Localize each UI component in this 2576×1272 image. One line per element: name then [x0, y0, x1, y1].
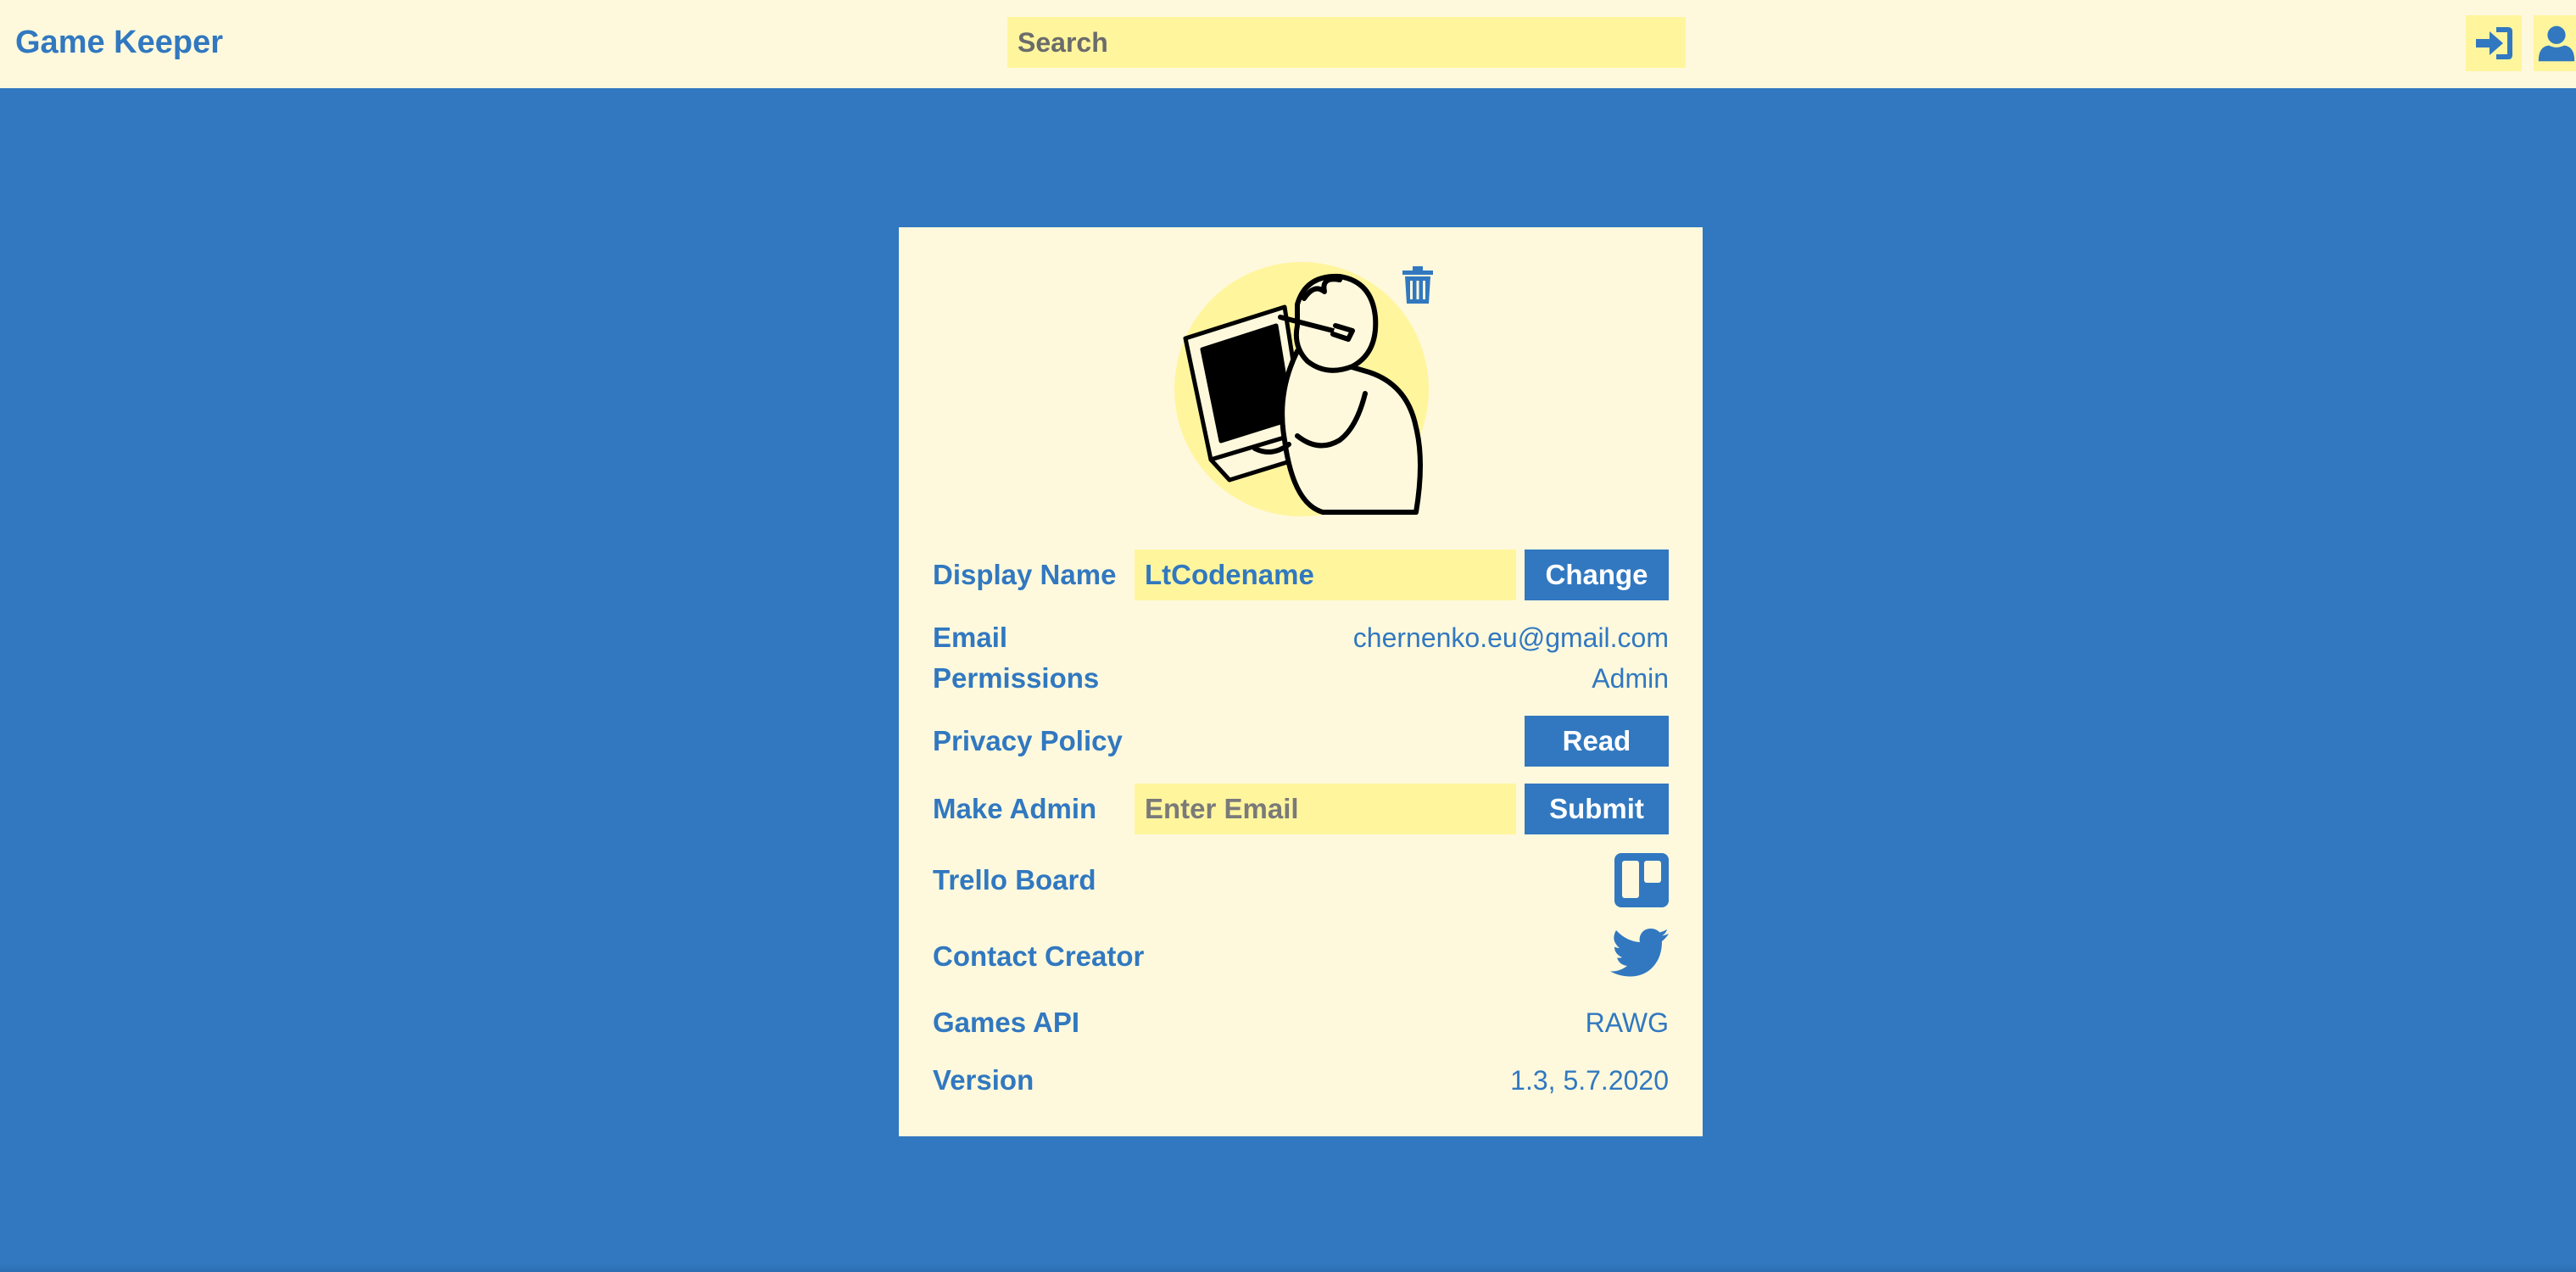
trash-icon: [1402, 266, 1433, 304]
trello-icon: [1614, 853, 1669, 907]
games-api-value: RAWG: [1585, 1007, 1669, 1038]
submit-admin-button[interactable]: Submit: [1525, 784, 1669, 834]
sign-in-icon: [2476, 27, 2512, 59]
login-button[interactable]: [2466, 15, 2522, 71]
email-label: Email: [933, 622, 1008, 653]
display-name-label: Display Name: [933, 559, 1117, 590]
avatar: [1170, 258, 1433, 521]
delete-avatar-button[interactable]: [1401, 266, 1435, 305]
display-name-input[interactable]: [1135, 550, 1516, 600]
make-admin-label: Make Admin: [933, 793, 1097, 824]
permissions-value: Admin: [1592, 663, 1669, 694]
games-api-label: Games API: [933, 1007, 1080, 1038]
bottom-shadow: [0, 1264, 2576, 1272]
make-admin-email-input[interactable]: [1135, 784, 1516, 834]
person-at-laptop-illustration: [1174, 262, 1429, 516]
profile-button[interactable]: [2534, 15, 2576, 71]
trello-board-label: Trello Board: [933, 864, 1096, 895]
read-privacy-button[interactable]: Read: [1525, 716, 1669, 767]
privacy-policy-label: Privacy Policy: [933, 725, 1123, 756]
twitter-icon: [1610, 929, 1669, 977]
app-title[interactable]: Game Keeper: [15, 20, 223, 64]
version-label: Version: [933, 1064, 1034, 1096]
version-value: 1.3, 5.7.2020: [1510, 1065, 1669, 1096]
profile-card: Display Name Change Email chernenko.eu@g…: [899, 227, 1703, 1136]
top-navbar: Game Keeper: [0, 0, 2576, 88]
contact-creator-link[interactable]: [1609, 928, 1669, 981]
contact-creator-label: Contact Creator: [933, 940, 1145, 972]
trello-board-link[interactable]: [1614, 853, 1669, 912]
search-input[interactable]: [1007, 17, 1686, 68]
user-icon: [2538, 25, 2575, 62]
change-name-button[interactable]: Change: [1525, 550, 1669, 600]
email-value: chernenko.eu@gmail.com: [1352, 622, 1669, 653]
permissions-label: Permissions: [933, 662, 1100, 694]
